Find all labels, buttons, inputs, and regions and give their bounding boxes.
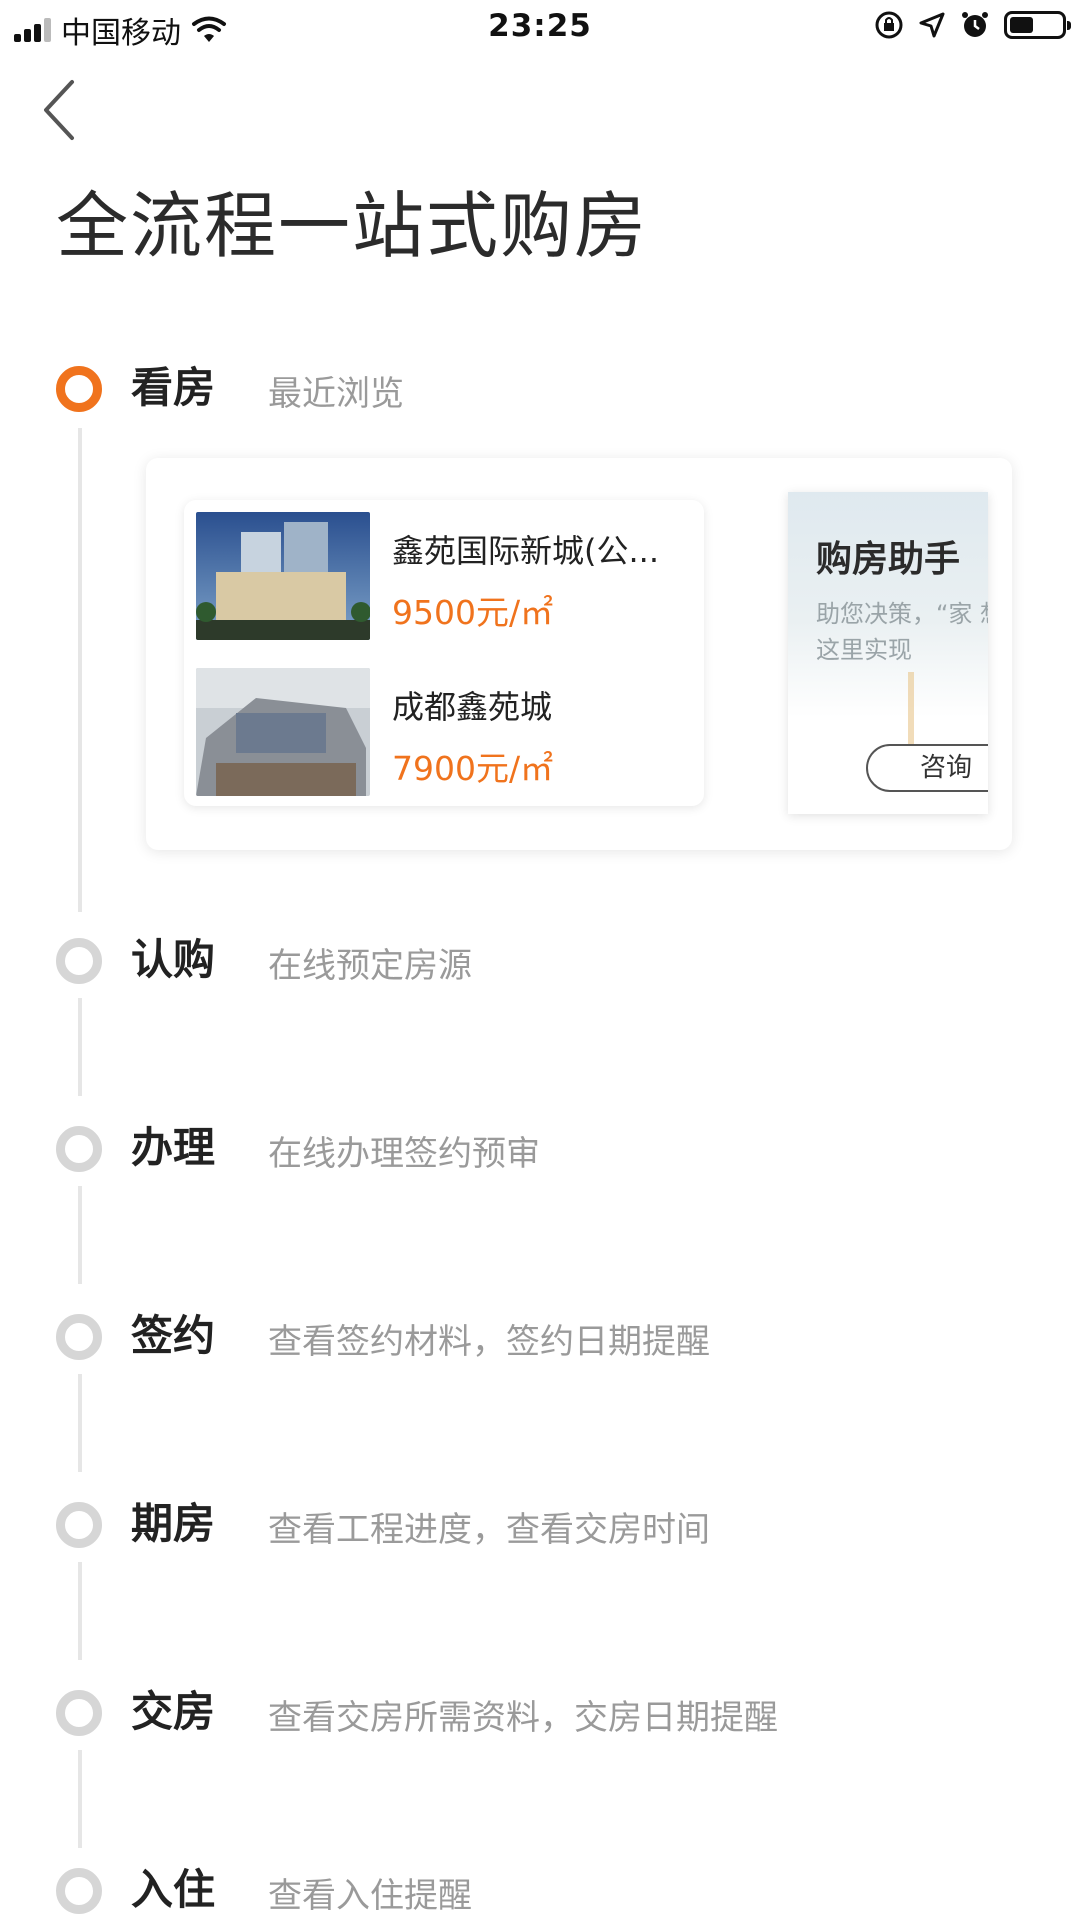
step-label: 签约 — [131, 1311, 216, 1360]
location-icon — [919, 12, 945, 38]
timeline-line — [78, 1562, 82, 1660]
timeline-line — [78, 428, 82, 912]
step-label: 认购 — [131, 935, 216, 984]
step-desc: 在线办理签约预审 — [268, 1134, 540, 1174]
step-label: 入住 — [131, 1865, 216, 1914]
step-process[interactable]: 办理 在线办理签约预审 — [56, 1118, 1036, 1178]
assistant-title: 购房助手 — [816, 539, 961, 580]
back-button[interactable] — [40, 78, 96, 142]
step-move-in[interactable]: 入住 查看入住提醒 — [56, 1860, 1036, 1920]
timeline-line — [78, 1374, 82, 1472]
step-desc: 查看交房所需资料，交房日期提醒 — [268, 1698, 778, 1738]
step-dot — [56, 366, 102, 412]
battery-level — [1010, 17, 1033, 33]
step-viewing[interactable]: 看房 最近浏览 — [56, 358, 1036, 418]
lamp-decoration — [908, 672, 914, 752]
step-subscribe[interactable]: 认购 在线预定房源 — [56, 930, 1036, 990]
status-right — [874, 10, 1071, 40]
step-handover[interactable]: 交房 查看交房所需资料，交房日期提醒 — [56, 1682, 1036, 1742]
house-name: 成都鑫苑城 — [392, 688, 553, 726]
step-dot — [56, 938, 102, 984]
rotation-lock-icon — [875, 11, 903, 39]
step-dot — [56, 1126, 102, 1172]
house-item[interactable]: 鑫苑国际新城(公... 9500元/㎡ — [196, 512, 696, 642]
house-name: 鑫苑国际新城(公... — [392, 532, 660, 570]
house-item[interactable]: 成都鑫苑城 7900元/㎡ — [196, 668, 696, 798]
step-sign[interactable]: 签约 查看签约材料，签约日期提醒 — [56, 1306, 1036, 1366]
alarm-icon — [962, 12, 988, 37]
assistant-desc: 助您决策，“家 想就在这里实现 — [816, 600, 988, 664]
status-bar: 中国移动 23:25 — [0, 0, 1080, 54]
step-dot — [56, 1868, 102, 1914]
step-desc: 在线预定房源 — [268, 946, 472, 986]
step-dot — [56, 1690, 102, 1736]
house-price: 7900元/㎡ — [392, 749, 554, 788]
timeline-line — [78, 998, 82, 1096]
battery-icon — [1004, 11, 1071, 39]
recent-houses-card: 鑫苑国际新城(公... 9500元/㎡ 成都鑫苑城 7900元/㎡ — [184, 500, 704, 806]
recent-browse-panel: 鑫苑国际新城(公... 9500元/㎡ 成都鑫苑城 7900元/㎡ 购房助手 助… — [146, 458, 1012, 850]
timeline-line — [78, 1750, 82, 1848]
step-label: 交房 — [131, 1687, 216, 1736]
step-label: 看房 — [131, 363, 216, 412]
timeline-line — [78, 1186, 82, 1284]
step-dot — [56, 1502, 102, 1548]
buying-assistant-card[interactable]: 购房助手 助您决策，“家 想就在这里实现 咨询 — [788, 492, 988, 814]
step-desc: 最近浏览 — [268, 374, 404, 414]
step-desc: 查看签约材料，签约日期提醒 — [268, 1322, 710, 1362]
house-thumbnail — [196, 512, 370, 640]
consult-button[interactable]: 咨询 — [866, 744, 988, 792]
step-dot — [56, 1314, 102, 1360]
step-presale[interactable]: 期房 查看工程进度，查看交房时间 — [56, 1494, 1036, 1554]
step-desc: 查看入住提醒 — [268, 1876, 472, 1916]
step-label: 期房 — [131, 1499, 216, 1548]
house-price: 9500元/㎡ — [392, 593, 554, 632]
step-label: 办理 — [131, 1123, 216, 1172]
step-desc: 查看工程进度，查看交房时间 — [268, 1510, 710, 1550]
page-title: 全流程一站式购房 — [56, 184, 649, 268]
house-thumbnail — [196, 668, 370, 796]
chevron-left-icon — [44, 80, 74, 140]
